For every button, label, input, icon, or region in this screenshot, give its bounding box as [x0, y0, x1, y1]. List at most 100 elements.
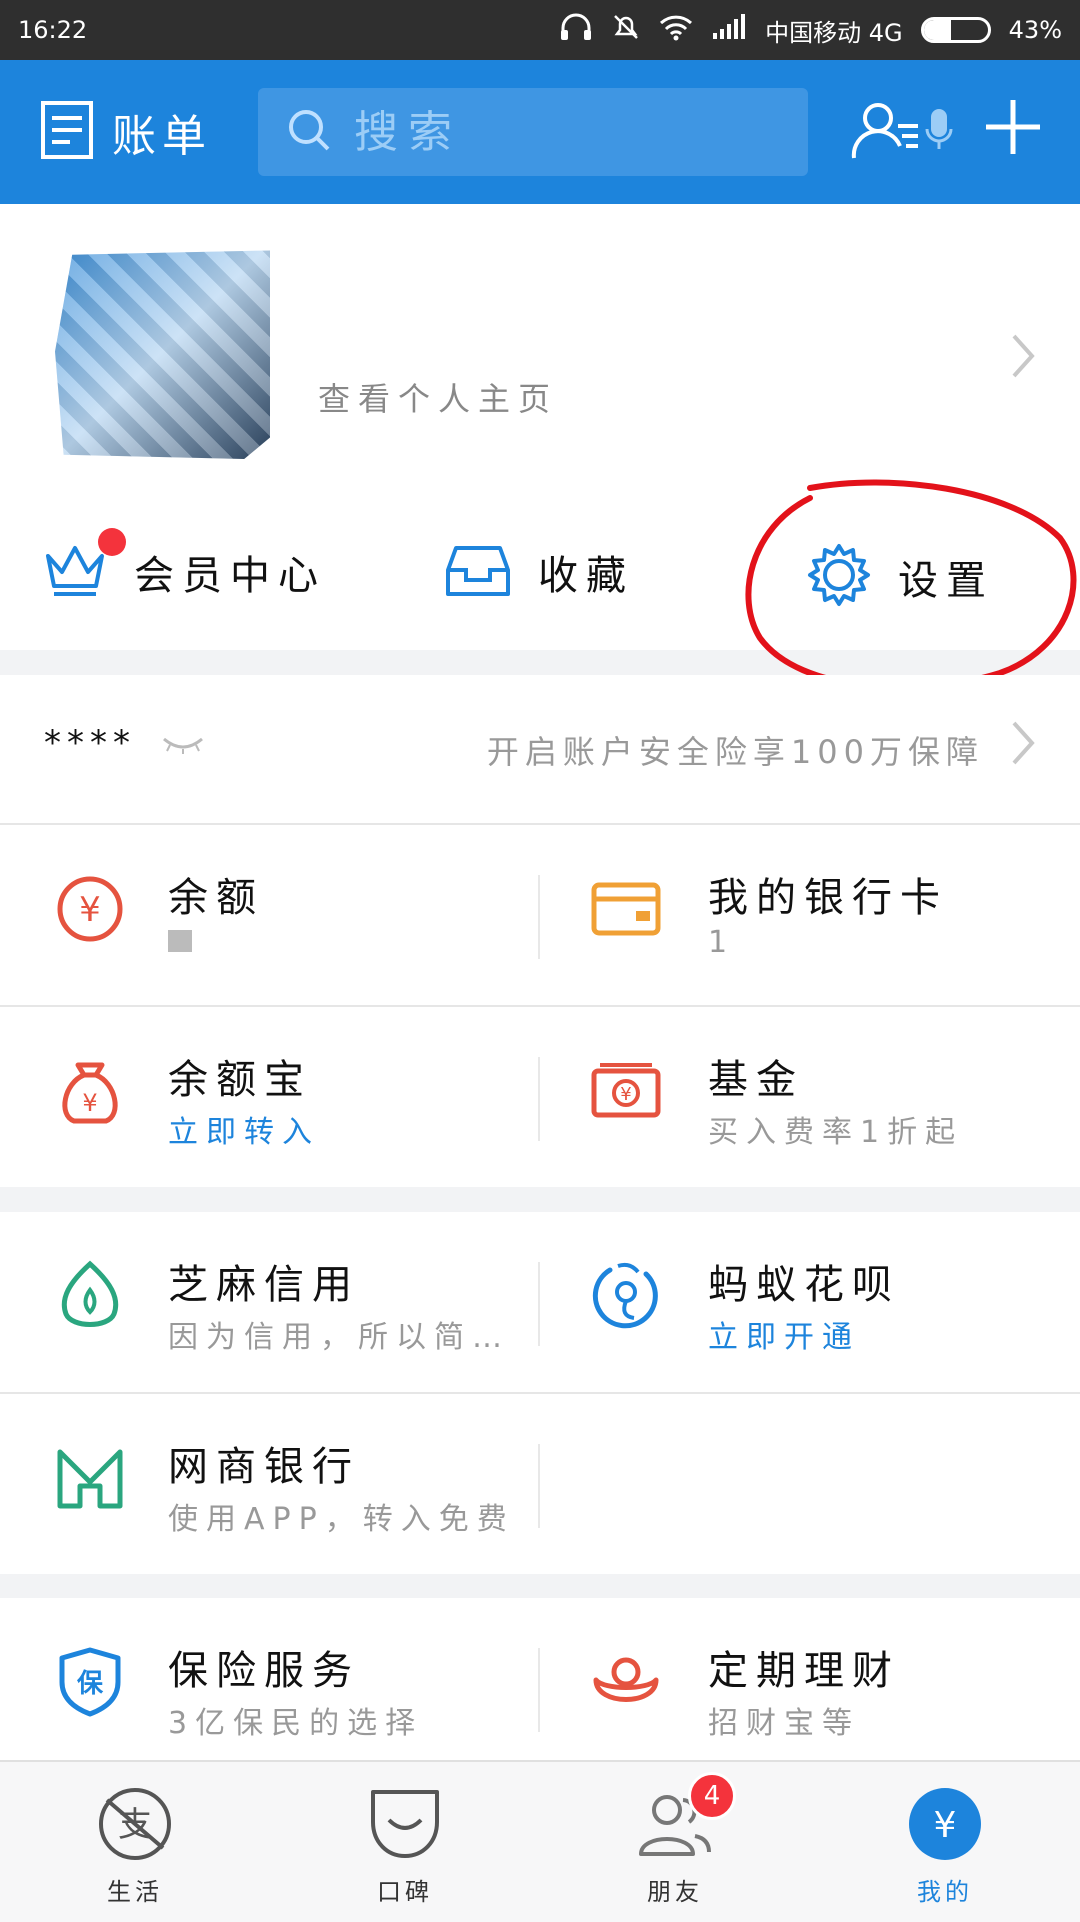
plus-icon	[982, 100, 1044, 162]
item-title: 网商银行	[168, 1444, 360, 1490]
sesame-credit-item[interactable]: 芝麻信用 因为信用，所以简...	[0, 1212, 540, 1392]
mine-yuan-icon: ¥	[905, 1784, 985, 1864]
grid-row: 网商银行 使用APP，转入免费	[0, 1394, 1080, 1574]
bill-button[interactable]: 账单	[40, 100, 212, 164]
money-bag-icon: ¥	[62, 1062, 118, 1124]
fixed-term-item[interactable]: 定期理财 招财宝等	[540, 1598, 1080, 1778]
yuebao-item[interactable]: ¥ 余额宝 立即转入	[0, 1007, 540, 1187]
huabei-item[interactable]: 蚂蚁花呗 立即开通	[540, 1212, 1080, 1392]
top-header: 账单	[0, 60, 1080, 204]
status-right: 中国移动 4G 43%	[559, 12, 1062, 48]
alipay-friend-icon: 支	[95, 1784, 175, 1864]
section-gap	[0, 650, 1080, 675]
grid-row: 保 保险服务 3亿保民的选择 定期理财 招财宝等	[0, 1598, 1080, 1778]
svg-text:¥: ¥	[934, 1805, 957, 1846]
status-icons	[559, 12, 747, 48]
bill-label: 账单	[112, 111, 212, 162]
balance-item[interactable]: ¥ 余额	[0, 825, 540, 1005]
favorites-button[interactable]: 收藏	[444, 542, 634, 602]
item-subtitle: 因为信用，所以简...	[168, 1320, 518, 1355]
contacts-button[interactable]	[850, 96, 922, 172]
search-icon	[286, 107, 332, 157]
signal-icon	[711, 13, 747, 47]
item-title: 余额	[168, 875, 264, 921]
tab-koubei[interactable]: 口碑	[270, 1762, 540, 1922]
mute-bell-icon	[611, 12, 641, 48]
grid-row: ¥ 余额 我的银行卡 1	[0, 825, 1080, 1007]
add-button[interactable]	[982, 96, 1044, 162]
gear-icon	[806, 542, 872, 612]
tab-friends[interactable]: 4 朋友	[540, 1762, 810, 1922]
favorites-label: 收藏	[538, 553, 634, 599]
tab-label: 朋友	[647, 1878, 703, 1906]
view-profile-link[interactable]: 查看个人主页	[318, 374, 558, 420]
contacts-icon	[850, 103, 922, 172]
masked-balance: ****	[44, 723, 136, 763]
fund-item[interactable]: ¥ 基金 买入费率1折起	[540, 1007, 1080, 1187]
battery-percent: 43%	[1008, 16, 1062, 44]
grid-row: ¥ 余额宝 立即转入 ¥ 基金 买入费率1折起	[0, 1007, 1080, 1187]
inbox-icon	[444, 542, 512, 602]
member-center-button[interactable]: 会员中心	[42, 528, 326, 602]
battery-fill	[923, 20, 952, 40]
sesame-icon	[61, 1260, 119, 1327]
svg-text:¥: ¥	[82, 1089, 97, 1117]
item-title: 余额宝	[168, 1057, 312, 1103]
search-bar[interactable]	[258, 88, 953, 176]
tab-mine[interactable]: ¥ 我的	[810, 1762, 1080, 1922]
settings-label: 设置	[898, 558, 994, 604]
tab-life[interactable]: 支 生活	[0, 1762, 270, 1922]
tab-label: 我的	[917, 1878, 973, 1906]
item-title: 我的银行卡	[708, 875, 948, 921]
mybank-item[interactable]: 网商银行 使用APP，转入免费	[0, 1394, 540, 1574]
chevron-right-icon	[1010, 332, 1036, 384]
bank-card-item[interactable]: 我的银行卡 1	[540, 825, 1080, 1005]
friends-badge: 4	[688, 1772, 736, 1820]
quick-actions: 会员中心 收藏 设置	[0, 490, 1080, 640]
battery-icon	[920, 17, 991, 43]
crown-icon	[42, 528, 126, 602]
item-title: 蚂蚁花呗	[708, 1262, 900, 1308]
tab-label: 生活	[107, 1878, 163, 1906]
settings-button[interactable]: 设置	[806, 542, 994, 612]
masked-amount	[168, 930, 192, 952]
mybank-icon	[57, 1449, 123, 1509]
notification-dot	[98, 528, 126, 556]
avatar-mosaic	[55, 250, 270, 459]
search-input[interactable]	[352, 105, 904, 159]
grid-row: 芝麻信用 因为信用，所以简... 蚂蚁花呗 立即开通	[0, 1212, 1080, 1394]
svg-text:¥: ¥	[79, 890, 101, 930]
fund-icon: ¥	[591, 1063, 661, 1118]
yuan-circle-icon: ¥	[57, 876, 123, 942]
credit-section: 芝麻信用 因为信用，所以简... 蚂蚁花呗 立即开通 网商银行 使用APP，转入…	[0, 1212, 1080, 1574]
huabei-icon	[592, 1262, 658, 1329]
item-title: 芝麻信用	[168, 1262, 360, 1308]
item-subtitle: 1	[708, 925, 736, 960]
status-time: 16:22	[18, 16, 88, 44]
member-center-label: 会员中心	[134, 553, 326, 599]
item-title: 定期理财	[708, 1648, 900, 1694]
microphone-icon[interactable]	[924, 107, 954, 157]
headphone-icon	[559, 12, 593, 48]
eye-closed-icon[interactable]	[160, 735, 206, 759]
wealth-section: 保 保险服务 3亿保民的选择 定期理财 招财宝等	[0, 1598, 1080, 1778]
carrier-label: 中国移动 4G	[765, 18, 903, 47]
divider	[538, 1444, 540, 1528]
chevron-right-icon	[1010, 719, 1036, 771]
item-subtitle: 买入费率1折起	[708, 1115, 964, 1150]
item-subtitle	[168, 925, 192, 960]
bottom-tab-bar: 支 生活 口碑 4 朋友 ¥ 我的	[0, 1760, 1080, 1922]
account-security-row[interactable]: **** 开启账户安全险享100万保障	[0, 675, 1080, 825]
item-title: 基金	[708, 1057, 804, 1103]
item-title: 保险服务	[168, 1648, 360, 1694]
item-subtitle: 使用APP，转入免费	[168, 1502, 515, 1537]
item-subtitle[interactable]: 立即转入	[168, 1107, 320, 1151]
tab-label: 口碑	[377, 1878, 433, 1906]
svg-text:¥: ¥	[620, 1084, 631, 1105]
svg-text:保: 保	[76, 1669, 104, 1699]
insurance-item[interactable]: 保 保险服务 3亿保民的选择	[0, 1598, 540, 1778]
bank-card-icon	[591, 882, 661, 936]
avatar[interactable]	[55, 250, 270, 459]
ingot-icon	[593, 1657, 659, 1702]
item-subtitle[interactable]: 立即开通	[708, 1312, 860, 1356]
